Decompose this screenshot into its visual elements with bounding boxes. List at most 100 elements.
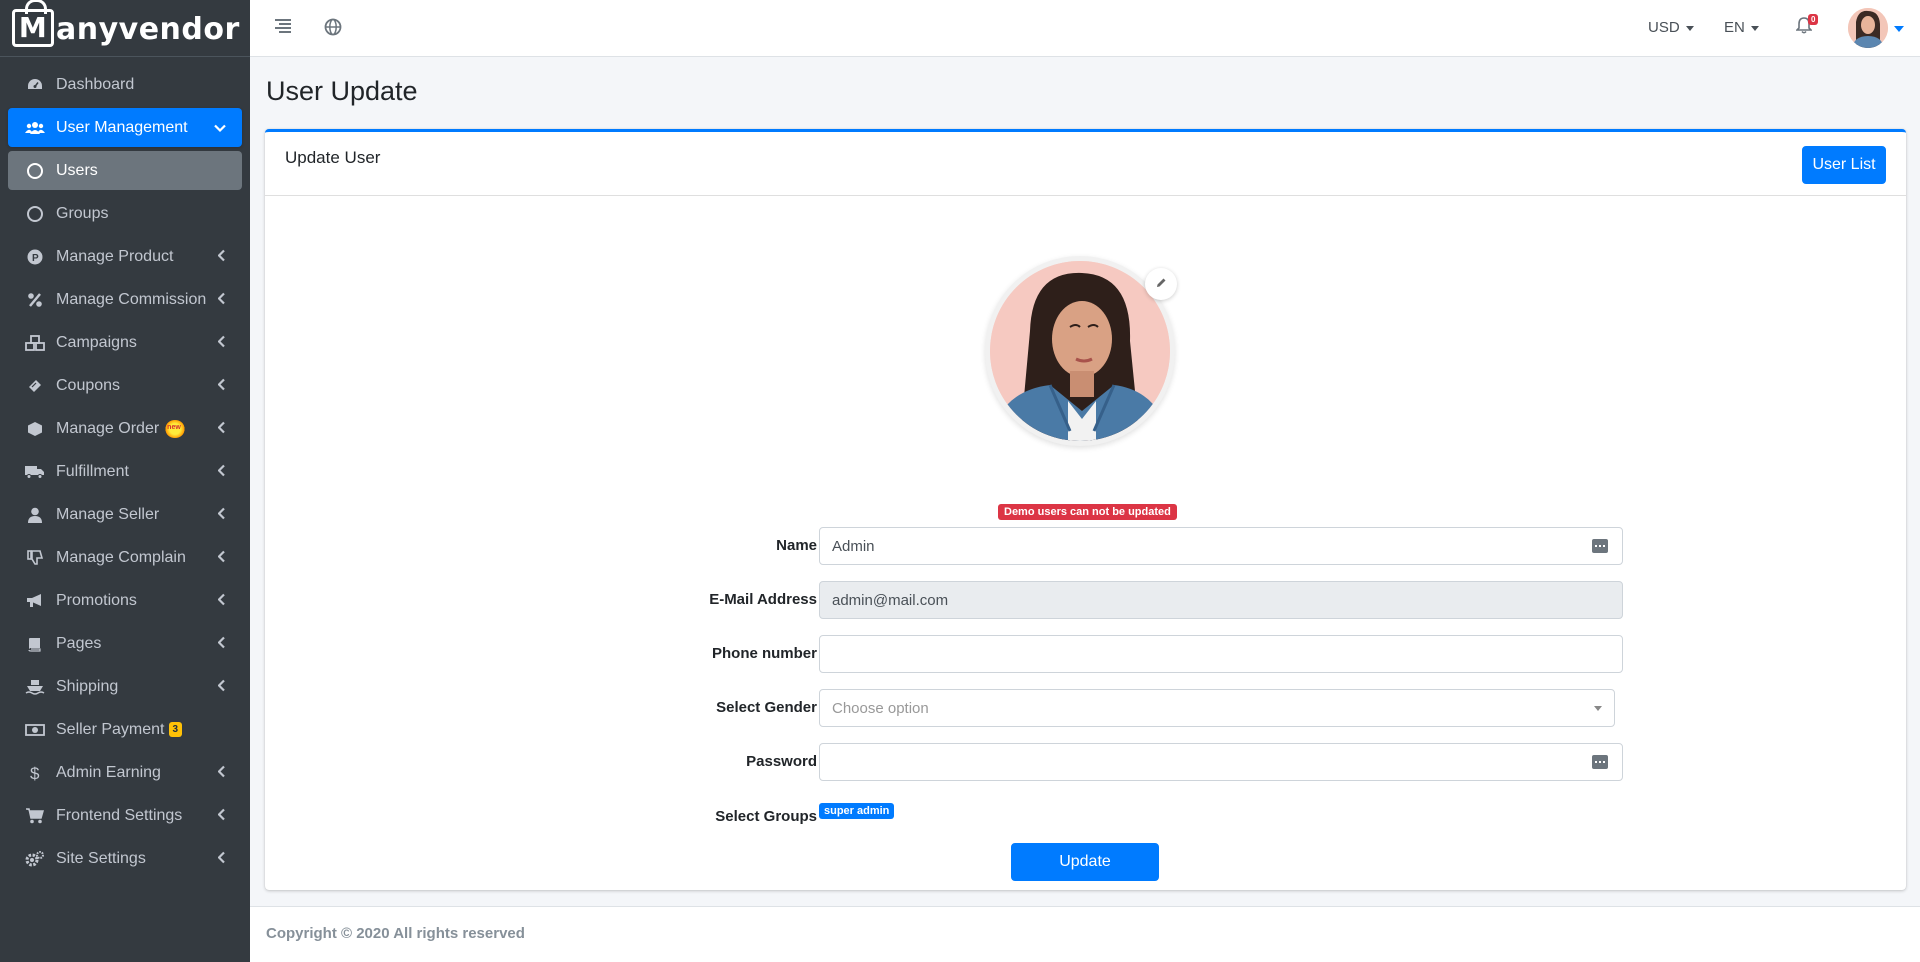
- sidebar-item-fulfillment[interactable]: Fulfillment: [8, 452, 242, 491]
- sidebar-item-label: Coupons: [56, 376, 121, 394]
- new-badge-icon: [165, 419, 186, 438]
- chevron-left-icon: [217, 550, 226, 565]
- footer: Copyright © 2020 All rights reserved: [250, 906, 1920, 962]
- card-title: Update User: [285, 148, 381, 167]
- sidebar-item-promotions[interactable]: Promotions: [8, 581, 242, 620]
- update-button[interactable]: Update: [1011, 843, 1159, 881]
- sidebar-item-seller-payment[interactable]: Seller Payment 3: [8, 710, 242, 749]
- chevron-left-icon: [217, 249, 226, 264]
- phone-row: Phone number: [265, 635, 1906, 675]
- ticket-icon: [24, 377, 46, 395]
- circle-icon: [24, 205, 46, 223]
- chevron-left-icon: [217, 593, 226, 608]
- sidebar-item-campaigns[interactable]: Campaigns: [8, 323, 242, 362]
- currency-dropdown[interactable]: USD: [1648, 19, 1694, 36]
- users-icon: [24, 119, 46, 137]
- copyright-text: Copyright © 2020 All rights reserved: [266, 925, 525, 942]
- sidebar-item-manage-product[interactable]: P Manage Product: [8, 237, 242, 276]
- top-navbar: USD EN 0: [250, 0, 1920, 57]
- sidebar-item-shipping[interactable]: Shipping: [8, 667, 242, 706]
- sidebar-item-label: User Management: [56, 118, 188, 136]
- language-dropdown[interactable]: EN: [1724, 19, 1759, 36]
- percent-icon: [24, 291, 46, 309]
- password-row: Password: [265, 743, 1906, 783]
- password-manager-icon[interactable]: [1592, 755, 1608, 769]
- sidebar-item-manage-seller[interactable]: Manage Seller: [8, 495, 242, 534]
- chevron-left-icon: [217, 378, 226, 393]
- name-input[interactable]: Admin: [819, 527, 1623, 565]
- notifications-button[interactable]: 0: [1795, 14, 1819, 39]
- sidebar-item-manage-complain[interactable]: Manage Complain: [8, 538, 242, 577]
- sidebar-item-users[interactable]: Users: [8, 151, 242, 190]
- gender-select[interactable]: Choose option: [819, 689, 1615, 727]
- chevron-left-icon: [217, 851, 226, 866]
- profile-photo: [985, 256, 1177, 446]
- sidebar-item-label: Site Settings: [56, 849, 146, 867]
- phone-input[interactable]: [819, 635, 1623, 673]
- caret-down-icon[interactable]: [1894, 26, 1904, 32]
- select-caret-icon: [1594, 706, 1602, 711]
- chevron-left-icon: [217, 765, 226, 780]
- name-value: Admin: [832, 537, 875, 555]
- groups-label: Select Groups: [715, 808, 817, 825]
- user-avatar[interactable]: [1848, 8, 1888, 48]
- chevron-left-icon: [217, 421, 226, 436]
- sidebar-item-label: Frontend Settings: [56, 806, 183, 824]
- dashboard-icon: [24, 76, 46, 94]
- brand-name: anyvendor: [56, 12, 240, 47]
- brand-logo[interactable]: Manyvendor: [0, 0, 250, 57]
- sidebar-item-label: Manage Order: [56, 419, 160, 437]
- sidebar-item-frontend-settings[interactable]: Frontend Settings: [8, 796, 242, 835]
- book-icon: [24, 635, 46, 653]
- sidebar: Manyvendor Dashboard User Management Use…: [0, 0, 250, 962]
- menu-toggle-icon[interactable]: [274, 18, 292, 39]
- page-title: User Update: [266, 76, 418, 106]
- sidebar-item-user-management[interactable]: User Management: [8, 108, 242, 147]
- sidebar-item-label: Manage Seller: [56, 505, 160, 523]
- chevron-left-icon: [217, 292, 226, 307]
- sidebar-item-manage-commission[interactable]: Manage Commission: [8, 280, 242, 319]
- shopping-bag-logo-icon: M: [12, 0, 54, 47]
- thumbs-down-icon: [24, 549, 46, 567]
- sidebar-item-label: Campaigns: [56, 333, 137, 351]
- caret-down-icon: [1750, 25, 1759, 31]
- sidebar-item-site-settings[interactable]: Site Settings: [8, 839, 242, 878]
- card-header: Update User User List: [265, 132, 1906, 196]
- cogs-icon: [24, 850, 46, 868]
- sidebar-item-label: Fulfillment: [56, 462, 129, 480]
- chevron-left-icon: [217, 679, 226, 694]
- sidebar-item-groups[interactable]: Groups: [8, 194, 242, 233]
- email-label: E-Mail Address: [709, 591, 817, 608]
- sidebar-item-pages[interactable]: Pages: [8, 624, 242, 663]
- dollar-icon: $: [24, 764, 46, 782]
- money-icon: [24, 721, 46, 739]
- cubes-icon: [24, 334, 46, 352]
- password-label: Password: [746, 753, 817, 770]
- bullhorn-icon: [24, 592, 46, 610]
- currency-value: USD: [1648, 19, 1680, 36]
- sidebar-item-label: Promotions: [56, 591, 137, 609]
- circle-icon: [24, 162, 46, 180]
- password-input[interactable]: [819, 743, 1623, 781]
- ship-icon: [24, 678, 46, 696]
- truck-icon: [24, 463, 46, 481]
- chevron-left-icon: [217, 335, 226, 350]
- password-manager-icon[interactable]: [1592, 539, 1608, 553]
- sidebar-item-label: Groups: [56, 204, 109, 222]
- sidebar-item-coupons[interactable]: Coupons: [8, 366, 242, 405]
- sidebar-item-admin-earning[interactable]: $ Admin Earning: [8, 753, 242, 792]
- chevron-left-icon: [217, 464, 226, 479]
- sidebar-item-dashboard[interactable]: Dashboard: [8, 65, 242, 104]
- sidebar-item-manage-order[interactable]: Manage Order: [8, 409, 242, 448]
- group-tag-super-admin[interactable]: super admin: [819, 803, 895, 819]
- chevron-left-icon: [217, 636, 226, 651]
- globe-icon[interactable]: [324, 18, 342, 41]
- product-icon: P: [24, 248, 46, 266]
- chevron-left-icon: [217, 808, 226, 823]
- email-value: admin@mail.com: [832, 591, 949, 609]
- sidebar-item-label: Manage Commission: [56, 290, 207, 308]
- pencil-icon: [1155, 277, 1167, 292]
- user-list-button[interactable]: User List: [1802, 146, 1886, 184]
- demo-notice-badge: Demo users can not be updated: [998, 504, 1177, 520]
- edit-photo-button[interactable]: [1145, 268, 1177, 300]
